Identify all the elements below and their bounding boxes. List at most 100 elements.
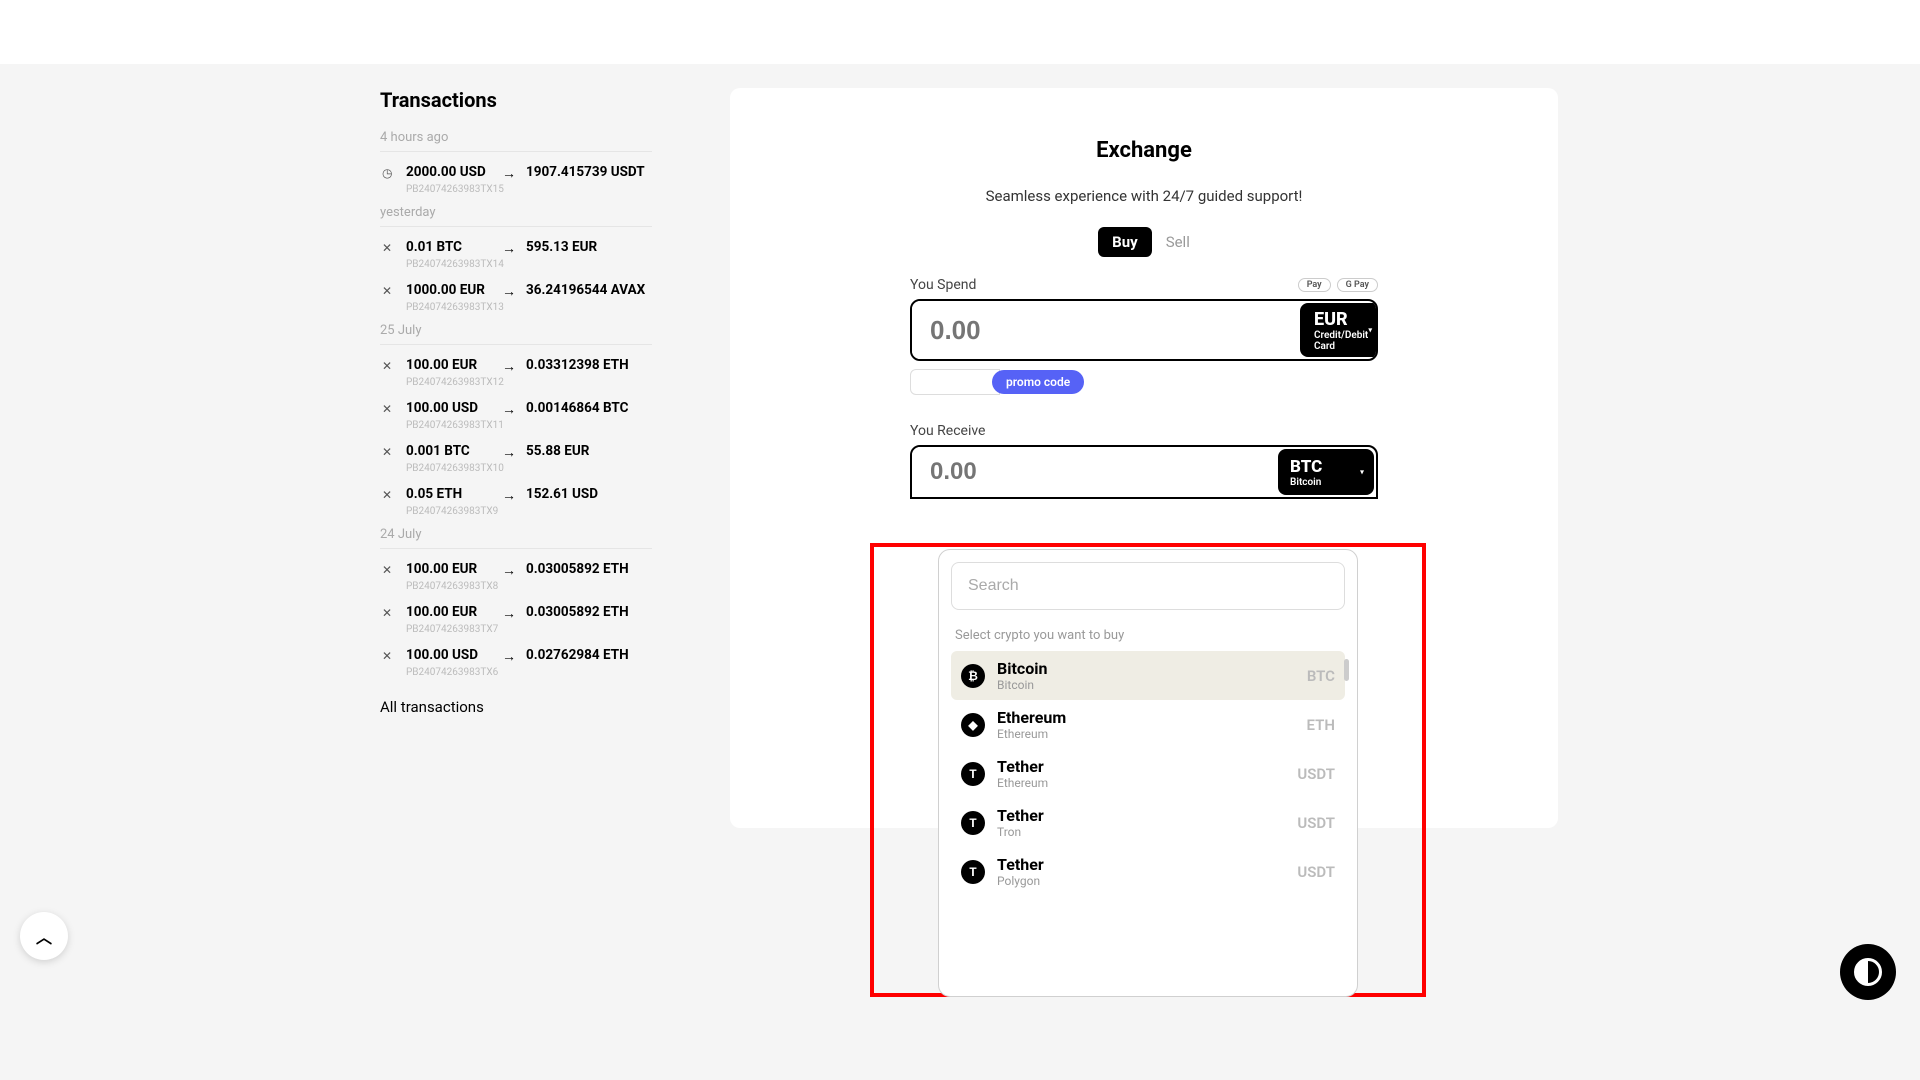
tx-id: PB24074263983TX15 (406, 184, 652, 195)
tab-sell[interactable]: Sell (1166, 233, 1190, 251)
crypto-icon: ₿ (961, 664, 985, 688)
exchange-title: Exchange (910, 138, 1378, 163)
transaction-row[interactable]: ✕0.001 BTC→55.88 EUR (380, 439, 652, 461)
transaction-row[interactable]: ✕1000.00 EUR→36.24196544 AVAX (380, 278, 652, 300)
spend-input-box: EUR Credit/Debit Card ▾ (910, 299, 1378, 361)
crypto-name: Bitcoin (997, 659, 1295, 678)
arrow-right-icon: → (502, 561, 520, 579)
crypto-icon: T (961, 860, 985, 884)
tx-from: 100.00 EUR (406, 604, 496, 620)
scrollbar-thumb[interactable] (1344, 659, 1349, 681)
status-icon: ✕ (382, 647, 400, 663)
transaction-row[interactable]: ✕100.00 EUR→0.03005892 ETH (380, 600, 652, 622)
tx-from: 0.001 BTC (406, 443, 496, 459)
crypto-option-text: EthereumEthereum (997, 708, 1295, 741)
crypto-option[interactable]: ₿BitcoinBitcoinBTC (951, 651, 1345, 700)
arrow-right-icon: → (502, 604, 520, 622)
crypto-search-input[interactable] (951, 562, 1345, 610)
tx-to: 595.13 EUR (526, 239, 652, 255)
crypto-dropdown: Select crypto you want to buy ₿ BitcoinBi… (938, 549, 1358, 997)
tx-to: 0.00146864 BTC (526, 400, 652, 416)
spend-currency-code: EUR (1314, 309, 1368, 330)
divider (380, 151, 652, 152)
status-icon: ✕ (382, 239, 400, 255)
apple-pay-badge: Pay (1298, 278, 1331, 292)
transaction-row[interactable]: ◷2000.00 USD→1907.415739 USDT (380, 160, 652, 182)
all-transactions-link[interactable]: All transactions (380, 698, 652, 716)
crypto-symbol: ETH (1307, 716, 1335, 734)
tx-group-label: 4 hours ago (380, 130, 652, 145)
promo-row: promo code (910, 369, 1378, 395)
crypto-icon: T (961, 811, 985, 835)
crypto-option[interactable]: T TetherEthereum USDT (951, 749, 1345, 798)
status-icon: ✕ (382, 486, 400, 502)
crypto-name: Tether (997, 855, 1285, 874)
status-icon: ◷ (382, 164, 400, 180)
tx-id: PB24074263983TX6 (406, 667, 652, 678)
tx-to: 0.02762984 ETH (526, 647, 652, 663)
status-icon: ✕ (382, 561, 400, 577)
crypto-icon: ◆ (961, 713, 985, 737)
crypto-network: Ethereum (997, 776, 1285, 790)
arrow-right-icon: → (502, 486, 520, 504)
scroll-top-button[interactable]: ︿ (20, 912, 68, 960)
receive-label: You Receive (910, 423, 1378, 439)
crypto-symbol: USDT (1297, 765, 1335, 783)
crypto-list: ₿BitcoinBitcoinBTC◆EthereumEthereumETHTT… (951, 651, 1345, 896)
transactions-title: Transactions (380, 88, 652, 112)
crypto-symbol: USDT (1297, 814, 1335, 832)
crypto-option[interactable]: ◆ EthereumEthereum ETH (951, 700, 1345, 749)
transaction-row[interactable]: ✕100.00 EUR→0.03005892 ETH (380, 557, 652, 579)
crypto-option[interactable]: T TetherTron USDT (951, 798, 1345, 847)
tx-id: PB24074263983TX8 (406, 581, 652, 592)
receive-currency-code: BTC (1290, 457, 1362, 477)
promo-input[interactable] (910, 369, 1000, 395)
tx-group-label: 24 July (380, 527, 652, 542)
receive-currency-button[interactable]: BTC Bitcoin ▾ (1278, 449, 1374, 495)
transaction-row[interactable]: ✕0.05 ETH→152.61 USD (380, 482, 652, 504)
google-pay-badge: G Pay (1337, 278, 1378, 292)
receive-input[interactable] (912, 447, 1276, 497)
tx-to: 152.61 USD (526, 486, 652, 502)
spend-currency-button[interactable]: EUR Credit/Debit Card ▾ (1300, 303, 1378, 357)
tx-from: 100.00 USD (406, 400, 496, 416)
crypto-option[interactable]: T TetherPolygon USDT (951, 847, 1345, 896)
crypto-network: Tron (997, 825, 1285, 839)
crypto-icon: T (961, 762, 985, 786)
contrast-icon (1854, 958, 1882, 986)
tx-from: 2000.00 USD (406, 164, 496, 180)
tx-group-label: 25 July (380, 323, 652, 338)
tx-to: 36.24196544 AVAX (526, 282, 652, 298)
tab-buy[interactable]: Buy (1098, 227, 1152, 257)
crypto-network: Ethereum (997, 727, 1295, 741)
tx-from: 100.00 EUR (406, 357, 496, 373)
crypto-symbol: USDT (1297, 863, 1335, 881)
promo-code-button[interactable]: promo code (992, 370, 1084, 394)
crypto-name: Tether (997, 757, 1285, 776)
pay-badges: Pay G Pay (1298, 278, 1378, 292)
tx-id: PB24074263983TX13 (406, 302, 652, 313)
spend-input[interactable] (912, 301, 1298, 359)
tx-from: 1000.00 EUR (406, 282, 496, 298)
spend-currency-sub: Credit/Debit Card (1314, 330, 1368, 352)
chevron-down-icon: ▾ (1360, 468, 1364, 477)
arrow-right-icon: → (502, 400, 520, 418)
arrow-right-icon: → (502, 164, 520, 182)
transaction-row[interactable]: ✕100.00 USD→0.02762984 ETH (380, 643, 652, 665)
transaction-row[interactable]: ✕0.01 BTC→595.13 EUR (380, 235, 652, 257)
tx-id: PB24074263983TX10 (406, 463, 652, 474)
spend-label: You Spend (910, 277, 976, 293)
arrow-right-icon: → (502, 282, 520, 300)
status-icon: ✕ (382, 604, 400, 620)
transaction-row[interactable]: ✕100.00 USD→0.00146864 BTC (380, 396, 652, 418)
spend-field: You Spend Pay G Pay EUR Credit/Debit Car… (910, 277, 1378, 395)
exchange-tabs: Buy Sell (1098, 227, 1190, 257)
crypto-option-text: BitcoinBitcoin (997, 659, 1295, 692)
tx-to: 0.03005892 ETH (526, 561, 652, 577)
crypto-name: Tether (997, 806, 1285, 825)
dropdown-hint: Select crypto you want to buy (955, 628, 1345, 643)
crypto-option-text: TetherPolygon (997, 855, 1285, 888)
theme-toggle-button[interactable] (1840, 944, 1896, 1000)
transaction-row[interactable]: ✕100.00 EUR→0.03312398 ETH (380, 353, 652, 375)
divider (380, 344, 652, 345)
